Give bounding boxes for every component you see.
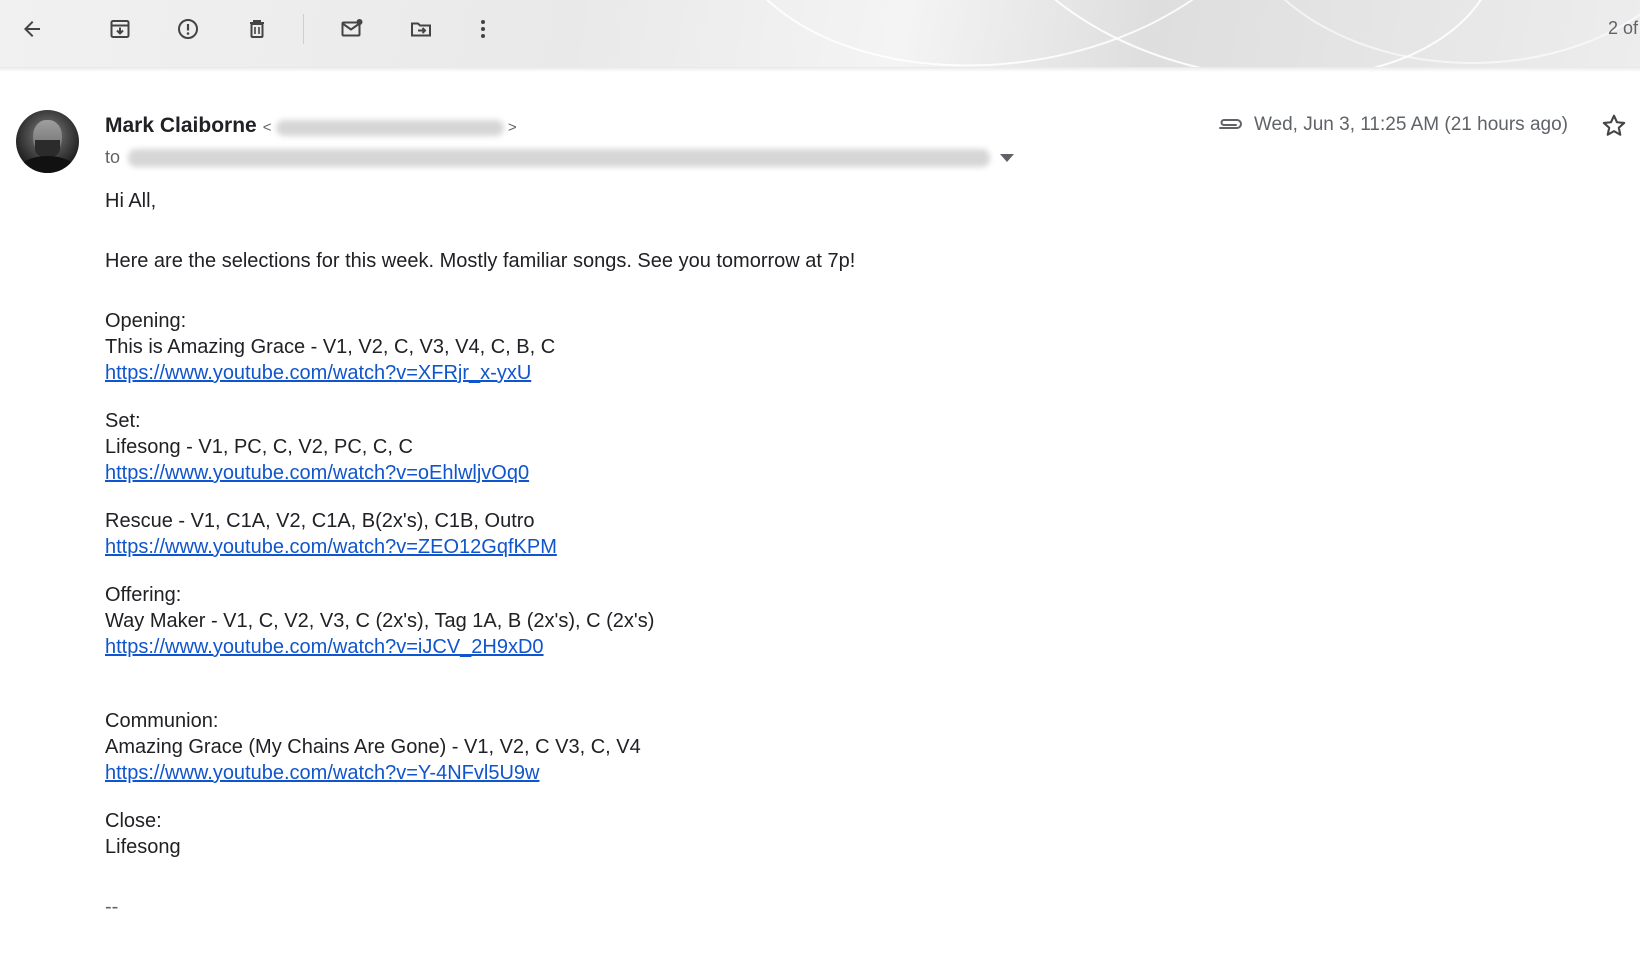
close-song: Lifesong bbox=[105, 836, 181, 858]
opening-label: Opening: bbox=[105, 310, 187, 332]
email-close-bracket: > bbox=[507, 119, 517, 136]
arrow-left-icon bbox=[24, 21, 40, 37]
pagination-text: 2 of bbox=[1608, 18, 1639, 38]
signature-separator: -- bbox=[105, 896, 119, 918]
message-date: Wed, Jun 3, 11:25 AM (21 hours ago) bbox=[1253, 114, 1568, 135]
show-details-dropdown[interactable] bbox=[1000, 153, 1015, 162]
opening-link[interactable]: https://www.youtube.com/watch?v=XFRjr_x-… bbox=[105, 362, 531, 384]
toolbar-divider bbox=[303, 14, 304, 44]
communion-label: Communion: bbox=[105, 710, 219, 732]
message-body: Hi All, Here are the selections for this… bbox=[105, 188, 1505, 920]
move-to-icon bbox=[411, 22, 431, 37]
mark-unread-button[interactable] bbox=[337, 14, 367, 44]
trash-icon bbox=[250, 20, 264, 38]
to-label: to bbox=[105, 147, 121, 167]
star-icon[interactable] bbox=[1600, 112, 1628, 140]
sender-email: < > bbox=[262, 119, 517, 137]
redacted-email bbox=[275, 120, 504, 137]
offering-song: Way Maker - V1, C, V2, V3, C (2x's), Tag… bbox=[105, 610, 655, 632]
greeting: Hi All, bbox=[105, 190, 157, 212]
back-button[interactable] bbox=[17, 14, 47, 44]
communion-link[interactable]: https://www.youtube.com/watch?v=Y-4NFvl5… bbox=[105, 762, 539, 784]
message-meta: Wed, Jun 3, 11:25 AM (21 hours ago) bbox=[1216, 114, 1568, 136]
more-vertical-icon bbox=[481, 20, 485, 38]
archive-icon bbox=[110, 20, 130, 38]
report-spam-icon bbox=[178, 19, 198, 39]
avatar-shoulders bbox=[18, 156, 77, 173]
move-to-button[interactable] bbox=[406, 14, 436, 44]
sender-avatar[interactable] bbox=[16, 110, 79, 173]
opening-song: This is Amazing Grace - V1, V2, C, V3, V… bbox=[105, 336, 556, 358]
close-label: Close: bbox=[105, 810, 162, 832]
recipients-line: to bbox=[105, 147, 1015, 168]
set-song-2: Rescue - V1, C1A, V2, C1A, B(2x's), C1B,… bbox=[105, 510, 535, 532]
offering-link[interactable]: https://www.youtube.com/watch?v=iJCV_2H9… bbox=[105, 636, 544, 658]
intro-text: Here are the selections for this week. M… bbox=[105, 250, 856, 272]
attachment-icon bbox=[1218, 119, 1242, 129]
more-options-button[interactable] bbox=[468, 14, 498, 44]
communion-song: Amazing Grace (My Chains Are Gone) - V1,… bbox=[105, 736, 641, 758]
delete-button[interactable] bbox=[242, 14, 272, 44]
sender-line: Mark Claiborne < > bbox=[105, 114, 517, 138]
offering-label: Offering: bbox=[105, 584, 182, 606]
set-link-1[interactable]: https://www.youtube.com/watch?v=oEhlwljv… bbox=[105, 462, 529, 484]
email-open-bracket: < bbox=[262, 119, 272, 136]
mark-unread-icon bbox=[341, 19, 363, 37]
toolbar-shadow bbox=[0, 67, 1640, 72]
message-toolbar: 2 of bbox=[0, 0, 1640, 67]
set-label: Set: bbox=[105, 410, 141, 432]
report-spam-button[interactable] bbox=[173, 14, 203, 44]
archive-button[interactable] bbox=[105, 14, 135, 44]
set-song-1: Lifesong - V1, PC, C, V2, PC, C, C bbox=[105, 436, 413, 458]
redacted-recipients bbox=[128, 148, 991, 167]
sender-name[interactable]: Mark Claiborne bbox=[105, 114, 257, 138]
set-link-2[interactable]: https://www.youtube.com/watch?v=ZEO12Gqf… bbox=[105, 536, 557, 558]
